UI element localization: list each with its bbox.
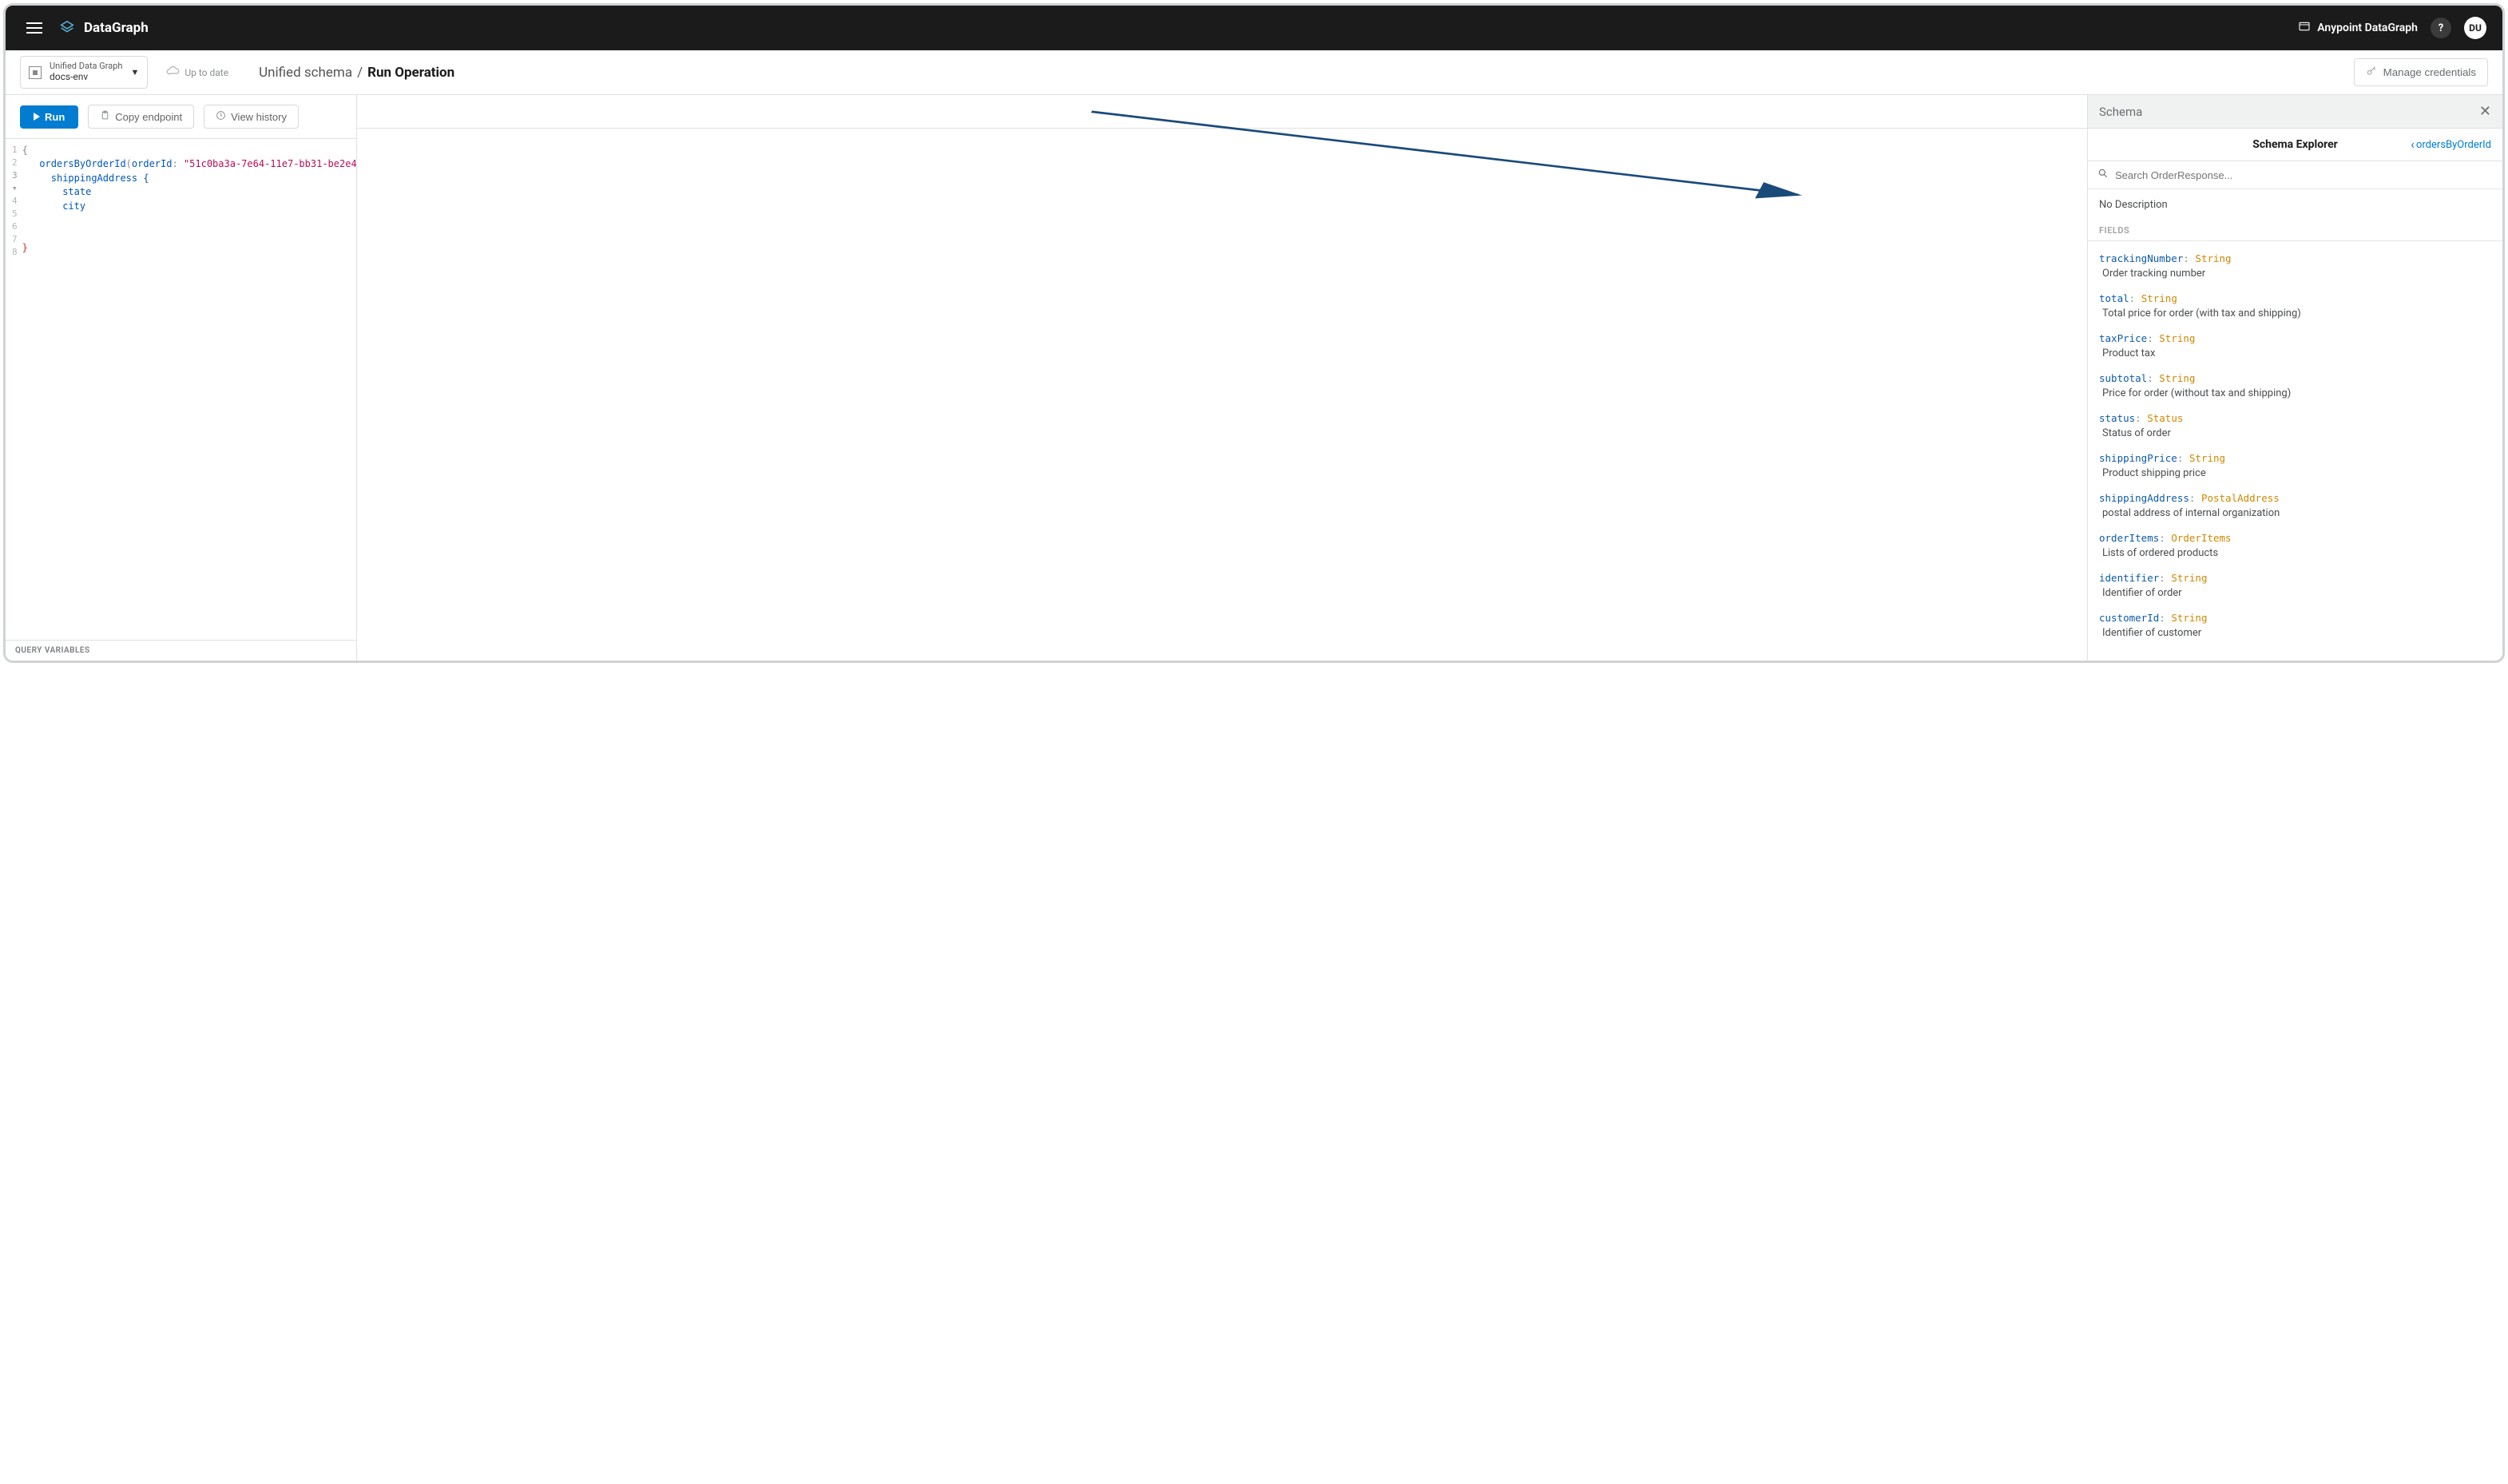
brand-name: DataGraph [84,20,149,36]
schema-field[interactable]: total: String Total price for order (with… [2099,288,2491,327]
manage-credentials-label: Manage credentials [2383,66,2476,78]
breadcrumb-current: Run Operation [367,65,454,81]
field-description: Order tracking number [2099,268,2491,280]
field-signature: shippingPrice: String [2099,452,2491,464]
line-number: 5 [12,208,18,220]
sync-status: Up to date [165,65,228,79]
field-description: Product tax [2099,347,2491,359]
field-description: Identifier of order [2099,587,2491,599]
field-description: Product shipping price [2099,467,2491,479]
project-line2: docs-env [50,72,122,83]
breadcrumb-parent[interactable]: Unified schema [259,65,352,81]
schema-search[interactable] [2088,161,2502,189]
editor-code[interactable]: { ordersByOrderId(orderId: "51c0ba3a-7e6… [22,144,356,640]
cloud-icon [165,65,180,79]
copy-endpoint-label: Copy endpoint [115,111,182,123]
schema-explorer-header: Schema Explorer ‹ ordersByOrderId [2088,129,2502,161]
search-icon [2097,168,2109,182]
field-signature: trackingNumber: String [2099,252,2491,264]
field-signature: status: Status [2099,412,2491,424]
line-number: 1 [12,144,18,157]
schema-field[interactable]: customerId: String Identifier of customer [2099,607,2491,647]
field-description: Identifier of customer [2099,627,2491,639]
line-number: 8 [12,246,18,259]
schema-field[interactable]: taxPrice: String Product tax [2099,327,2491,367]
action-bar: Run Copy endpoint View history [6,95,356,139]
product-link-icon [2298,20,2311,36]
schema-field[interactable]: trackingNumber: String Order tracking num… [2099,248,2491,288]
schema-field[interactable]: identifier: String Identifier of order [2099,567,2491,607]
field-signature: taxPrice: String [2099,332,2491,344]
breadcrumb: Unified schema / Run Operation [259,65,454,81]
field-description: Status of order [2099,427,2491,439]
editor-gutter: 1 2 3 ▾ 4 5 6 7 8 [6,144,22,640]
schema-panel-label: Schema [2099,105,2142,119]
view-history-button[interactable]: View history [204,105,299,129]
line-number: 4 [12,195,18,208]
field-description: Total price for order (with tax and ship… [2099,308,2491,319]
user-avatar[interactable]: DU [2464,17,2486,39]
project-icon [29,66,42,79]
field-signature: customerId: String [2099,612,2491,624]
field-signature: orderItems: OrderItems [2099,532,2491,544]
results-pane [357,95,2087,661]
manage-credentials-button[interactable]: Manage credentials [2354,58,2488,86]
play-icon [34,113,40,121]
field-description: Price for order (without tax and shippin… [2099,387,2491,399]
product-link-label: Anypoint DataGraph [2317,22,2418,34]
sync-status-label: Up to date [185,67,228,78]
schema-field[interactable]: status: Status Status of order [2099,407,2491,447]
subheader: Unified Data Graph docs-env ▼ Up to date… [6,50,2502,95]
line-number: 7 [12,233,18,246]
schema-search-input[interactable] [2115,169,2493,181]
schema-back-link[interactable]: ‹ ordersByOrderId [2411,138,2491,151]
chevron-down-icon: ▼ [130,67,139,77]
field-description: Lists of ordered products [2099,547,2491,559]
field-description: postal address of internal organization [2099,507,2491,519]
fields-section-header: FIELDS [2088,217,2502,241]
schema-panel-header: Schema ✕ [2088,95,2502,129]
view-history-label: View history [231,111,287,123]
run-button[interactable]: Run [20,105,78,129]
query-editor[interactable]: 1 2 3 ▾ 4 5 6 7 8 { ordersByOrderId(orde… [6,139,356,640]
brand: DataGraph [58,19,149,37]
menu-button[interactable] [22,18,47,38]
key-icon [2366,65,2377,79]
schema-field[interactable]: subtotal: String Price for order (without… [2099,367,2491,407]
line-number: 6 [12,220,18,233]
run-button-label: Run [45,111,65,123]
schema-pane: Schema ✕ Schema Explorer ‹ ordersByOrder… [2087,95,2502,661]
topbar: DataGraph Anypoint DataGraph ? DU [6,6,2502,50]
field-signature: identifier: String [2099,572,2491,584]
close-schema-button[interactable]: ✕ [2479,103,2491,120]
field-signature: total: String [2099,292,2491,304]
product-link[interactable]: Anypoint DataGraph [2298,20,2418,36]
type-description: No Description [2088,189,2502,217]
schema-field[interactable]: shippingAddress: PostalAddress postal add… [2099,487,2491,527]
line-number: 2 [12,157,18,169]
breadcrumb-separator: / [357,65,363,81]
help-button[interactable]: ? [2431,18,2451,38]
editor-pane: Run Copy endpoint View history [6,95,357,661]
fields-list: trackingNumber: String Order tracking num… [2088,241,2502,655]
query-variables-panel[interactable]: QUERY VARIABLES [6,640,356,661]
datagraph-logo-icon [58,19,76,37]
line-number: 3 ▾ [12,169,18,195]
copy-endpoint-button[interactable]: Copy endpoint [88,105,194,129]
schema-back-label: ordersByOrderId [2416,139,2491,151]
schema-field[interactable]: shippingPrice: String Product shipping pr… [2099,447,2491,487]
field-signature: shippingAddress: PostalAddress [2099,492,2491,504]
field-signature: subtotal: String [2099,372,2491,384]
results-actionbar-spacer [357,95,2087,129]
chevron-left-icon: ‹ [2411,138,2415,151]
schema-field[interactable]: orderItems: OrderItems Lists of ordered p… [2099,527,2491,567]
project-picker[interactable]: Unified Data Graph docs-env ▼ [20,56,148,88]
clipboard-icon [100,110,110,123]
history-icon [216,110,226,123]
